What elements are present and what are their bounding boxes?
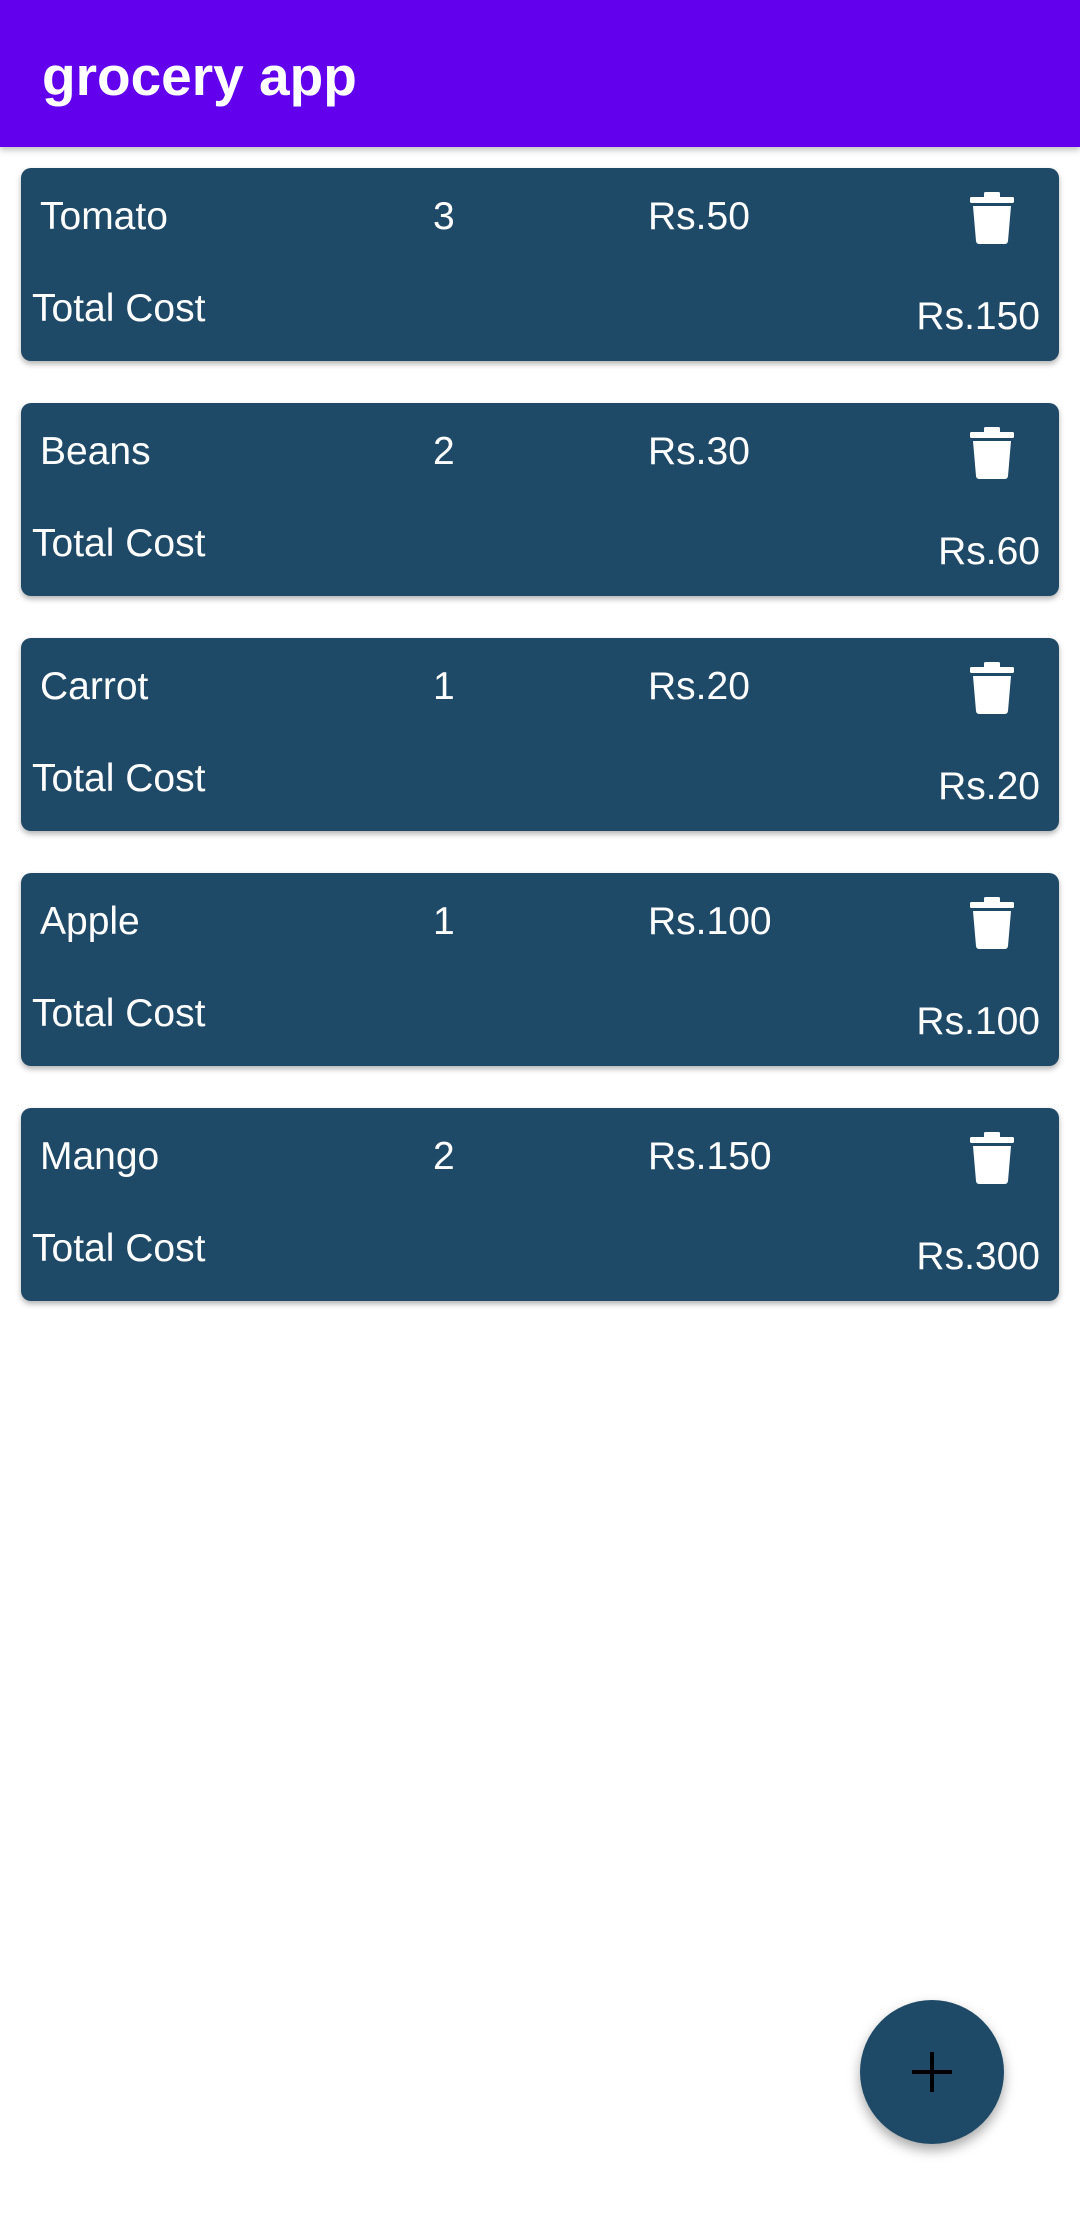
item-name: Carrot (40, 665, 149, 708)
grocery-item-card[interactable]: Mango 2 Rs.150 Total Cost Rs.300 (21, 1108, 1059, 1301)
delete-item-button[interactable] (970, 192, 1014, 244)
delete-item-button[interactable] (970, 662, 1014, 714)
total-cost-label: Total Cost (32, 992, 206, 1035)
item-price: Rs.50 (648, 195, 750, 238)
grocery-item-card[interactable]: Carrot 1 Rs.20 Total Cost Rs.20 (21, 638, 1059, 831)
item-quantity: 2 (433, 430, 455, 473)
app-title: grocery app (42, 45, 357, 107)
item-price: Rs.100 (648, 900, 772, 943)
item-price: Rs.150 (648, 1135, 772, 1178)
item-name: Beans (40, 430, 151, 473)
grocery-item-card[interactable]: Apple 1 Rs.100 Total Cost Rs.100 (21, 873, 1059, 1066)
item-quantity: 2 (433, 1135, 455, 1178)
trash-icon (970, 427, 1014, 479)
grocery-item-card[interactable]: Tomato 3 Rs.50 Total Cost Rs.150 (21, 168, 1059, 361)
total-cost-label: Total Cost (32, 757, 206, 800)
total-cost-value: Rs.300 (916, 1235, 1040, 1278)
item-name: Apple (40, 900, 140, 943)
grocery-item-card[interactable]: Beans 2 Rs.30 Total Cost Rs.60 (21, 403, 1059, 596)
item-name: Tomato (40, 195, 168, 238)
item-name: Mango (40, 1135, 160, 1178)
app-bar: grocery app (0, 0, 1080, 147)
total-cost-value: Rs.100 (916, 1000, 1040, 1043)
add-item-button[interactable] (860, 2000, 1004, 2144)
item-quantity: 3 (433, 195, 455, 238)
total-cost-label: Total Cost (32, 287, 206, 330)
delete-item-button[interactable] (970, 897, 1014, 949)
item-price: Rs.30 (648, 430, 750, 473)
total-cost-label: Total Cost (32, 1227, 206, 1270)
total-cost-value: Rs.150 (916, 295, 1040, 338)
trash-icon (970, 662, 1014, 714)
delete-item-button[interactable] (970, 1132, 1014, 1184)
total-cost-value: Rs.20 (938, 765, 1040, 808)
item-quantity: 1 (433, 665, 455, 708)
trash-icon (970, 1132, 1014, 1184)
plus-icon (912, 2052, 952, 2092)
item-quantity: 1 (433, 900, 455, 943)
item-price: Rs.20 (648, 665, 750, 708)
trash-icon (970, 897, 1014, 949)
total-cost-label: Total Cost (32, 522, 206, 565)
grocery-list: Tomato 3 Rs.50 Total Cost Rs.150 Beans 2… (21, 168, 1059, 1343)
delete-item-button[interactable] (970, 427, 1014, 479)
total-cost-value: Rs.60 (938, 530, 1040, 573)
trash-icon (970, 192, 1014, 244)
